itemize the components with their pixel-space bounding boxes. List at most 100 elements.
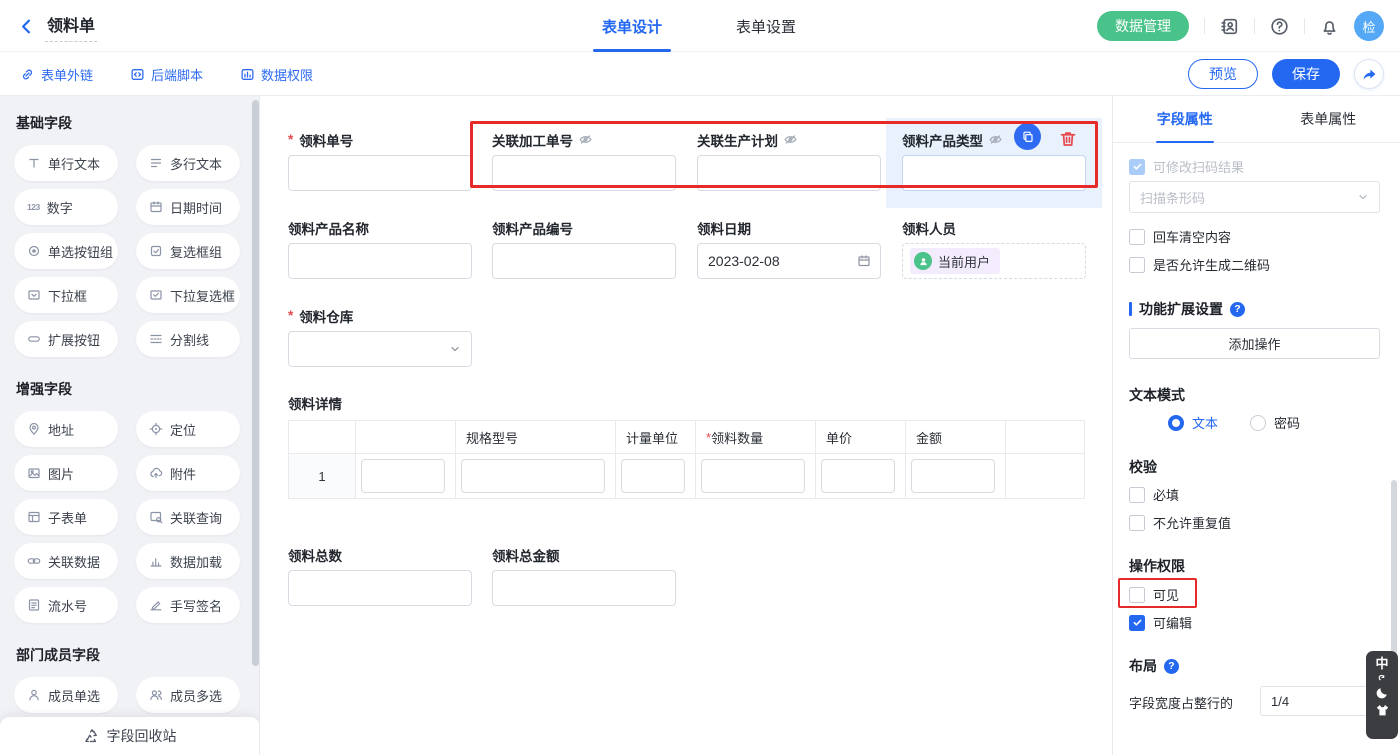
current-user-tag[interactable]: 当前用户 — [910, 248, 1000, 274]
allow-qrcode-checkbox[interactable] — [1129, 257, 1145, 273]
help-icon[interactable] — [1270, 17, 1289, 36]
radio-password[interactable] — [1250, 415, 1266, 431]
field-requisition-person[interactable]: 领料人员 当前用户 — [902, 220, 1086, 279]
palette-item-select[interactable]: 下拉框 — [14, 277, 118, 313]
field-input[interactable] — [902, 155, 1086, 191]
field-warehouse[interactable]: 领料仓库 — [288, 308, 472, 367]
help-filled-icon[interactable] — [1230, 302, 1245, 317]
subform-column-header[interactable]: 单价 — [816, 421, 906, 453]
subform-column-header[interactable]: 规格型号 — [456, 421, 616, 453]
clear-on-enter-checkbox[interactable] — [1129, 229, 1145, 245]
tab-form-settings[interactable]: 表单设置 — [727, 0, 805, 52]
palette-item-member-single[interactable]: 成员单选 — [14, 677, 118, 713]
palette-item-extend-button[interactable]: 扩展按钮 — [14, 321, 118, 357]
page-title[interactable]: 领料单 — [45, 10, 97, 42]
form-external-link[interactable]: 表单外链 — [20, 65, 93, 84]
palette-item-datetime[interactable]: 日期时间 — [136, 189, 240, 225]
field-total-count[interactable]: 领料总数 — [288, 547, 472, 606]
field-input[interactable] — [288, 155, 472, 191]
tab-form-design[interactable]: 表单设计 — [593, 0, 671, 52]
field-recycle-bin[interactable]: 字段回收站 — [0, 717, 260, 755]
field-requisition-date[interactable]: 领料日期 2023-02-08 — [697, 220, 881, 279]
palette-item-address[interactable]: 地址 — [14, 411, 118, 447]
field-related-production-plan[interactable]: 关联生产计划 — [697, 132, 881, 191]
palette-item-attachment[interactable]: 附件 — [136, 455, 240, 491]
address-book-icon[interactable] — [1220, 17, 1239, 36]
scan-result-checkbox[interactable] — [1129, 159, 1145, 175]
save-button[interactable]: 保存 — [1272, 59, 1340, 89]
palette-item-member-multi[interactable]: 成员多选 — [136, 677, 240, 713]
chinese-lang-icon[interactable]: 中 — [1375, 657, 1388, 671]
subform-column-header[interactable]: 计量单位 — [616, 421, 696, 453]
field-input[interactable] — [288, 570, 472, 606]
warehouse-select[interactable] — [288, 331, 472, 367]
subform-cell-input[interactable] — [361, 459, 445, 493]
required-checkbox[interactable] — [1129, 487, 1145, 503]
help-filled-icon[interactable] — [1164, 659, 1179, 674]
subform-table[interactable]: 规格型号计量单位*领料数量单价金额1 — [288, 420, 1085, 499]
copy-field-button[interactable] — [1014, 123, 1041, 150]
tab-form-properties[interactable]: 表单属性 — [1257, 96, 1400, 142]
text-mode-radios: 文本 密码 — [1168, 413, 1300, 432]
tab-field-properties[interactable]: 字段属性 — [1113, 96, 1257, 142]
subform-cell-input[interactable] — [701, 459, 805, 493]
palette-item-data-load[interactable]: 数据加载 — [136, 543, 240, 579]
data-manage-button[interactable]: 数据管理 — [1097, 11, 1189, 41]
palette-item-multi-line-text[interactable]: 多行文本 — [136, 145, 240, 181]
field-input[interactable] — [697, 155, 881, 191]
share-button[interactable] — [1354, 59, 1384, 89]
add-action-button[interactable]: 添加操作 — [1129, 328, 1380, 359]
delete-field-button[interactable] — [1054, 125, 1081, 152]
shirt-icon[interactable] — [1375, 703, 1390, 718]
subform-column-header[interactable] — [356, 421, 456, 453]
subform-column-header[interactable] — [1006, 421, 1084, 453]
field-input[interactable] — [492, 155, 676, 191]
field-input[interactable] — [492, 243, 676, 279]
field-product-code[interactable]: 领料产品编号 — [492, 220, 676, 279]
bell-icon[interactable] — [1320, 17, 1339, 36]
visible-checkbox[interactable] — [1129, 587, 1145, 603]
subform-column-header[interactable]: *领料数量 — [696, 421, 816, 453]
scan-mode-select[interactable]: 扫描条形码 — [1129, 181, 1380, 213]
subform-column-header[interactable] — [289, 421, 356, 453]
form-design-canvas[interactable]: 领料单号 关联加工单号 关联生产计划 领料产品类型 领料产品名称 领料产品编号 — [260, 96, 1112, 755]
date-input[interactable]: 2023-02-08 — [697, 243, 881, 279]
palette-item-number[interactable]: 123数字 — [14, 189, 118, 225]
palette-item-single-line-text[interactable]: 单行文本 — [14, 145, 118, 181]
palette-item-serial-number[interactable]: 流水号 — [14, 587, 118, 623]
translate-extension-widget[interactable]: 中 — [1366, 651, 1398, 739]
avatar[interactable]: 检 — [1354, 11, 1384, 41]
palette-item-subform[interactable]: 子表单 — [14, 499, 118, 535]
palette-item-checkbox-group[interactable]: 复选框组 — [136, 233, 240, 269]
data-permission-link[interactable]: 数据权限 — [240, 65, 313, 84]
radio-text[interactable] — [1168, 415, 1184, 431]
field-input[interactable] — [492, 570, 676, 606]
panel-scrollbar[interactable] — [1391, 480, 1397, 655]
user-field-box[interactable]: 当前用户 — [902, 243, 1086, 279]
palette-item-signature[interactable]: 手写签名 — [136, 587, 240, 623]
subform-cell-input[interactable] — [821, 459, 895, 493]
palette-item-location[interactable]: 定位 — [136, 411, 240, 447]
field-product-name[interactable]: 领料产品名称 — [288, 220, 472, 279]
moon-icon[interactable] — [1375, 685, 1390, 700]
palette-item-image[interactable]: 图片 — [14, 455, 118, 491]
no-duplicate-checkbox[interactable] — [1129, 515, 1145, 531]
field-input[interactable] — [288, 243, 472, 279]
palette-item-relate-query[interactable]: 关联查询 — [136, 499, 240, 535]
field-related-process-no[interactable]: 关联加工单号 — [492, 132, 676, 191]
subform-cell-input[interactable] — [621, 459, 685, 493]
subform-cell-input[interactable] — [461, 459, 605, 493]
field-total-amount[interactable]: 领料总金额 — [492, 547, 676, 606]
palette-item-divider[interactable]: 分割线 — [136, 321, 240, 357]
backend-script-link[interactable]: 后端脚本 — [130, 65, 203, 84]
palette-item-radio-group[interactable]: 单选按钮组 — [14, 233, 118, 269]
sidebar-scrollbar[interactable] — [252, 100, 259, 666]
palette-item-relate-data[interactable]: 关联数据 — [14, 543, 118, 579]
subform-cell-input[interactable] — [911, 459, 995, 493]
palette-item-multi-select[interactable]: 下拉复选框 — [136, 277, 240, 313]
editable-checkbox[interactable] — [1129, 615, 1145, 631]
subform-column-header[interactable]: 金额 — [906, 421, 1006, 453]
preview-button[interactable]: 预览 — [1188, 59, 1258, 89]
field-requisition-no[interactable]: 领料单号 — [288, 132, 472, 191]
back-button[interactable] — [18, 18, 35, 35]
